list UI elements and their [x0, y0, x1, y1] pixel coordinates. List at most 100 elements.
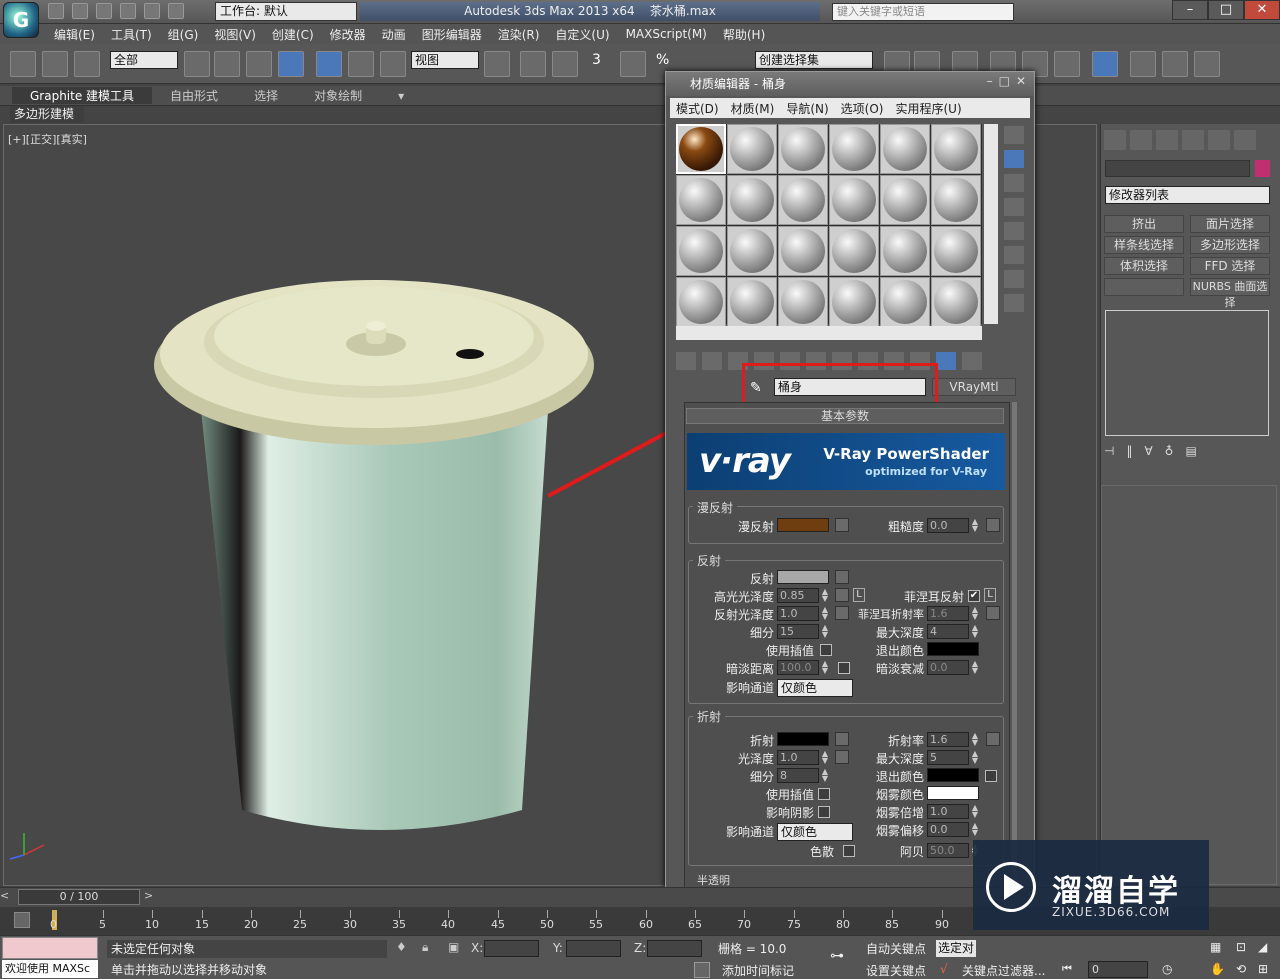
hilight-map-button[interactable] [835, 588, 849, 602]
video-color-check-icon[interactable] [1004, 222, 1024, 240]
refl-gloss-map-button[interactable] [835, 606, 849, 620]
me-menu-utilities[interactable]: 实用程序(U) [889, 100, 967, 117]
affect-shadows-checkbox[interactable] [818, 806, 830, 818]
render-teapot-icon[interactable] [1194, 51, 1220, 77]
hilight-gloss-arrows[interactable]: ▲ ▼ [820, 588, 830, 603]
window-crossing-icon[interactable] [278, 51, 304, 77]
roughness-spinner[interactable]: 0.0 [927, 518, 969, 533]
dispersion-checkbox[interactable] [843, 845, 855, 857]
ior-arrows[interactable]: ▲ ▼ [970, 732, 980, 747]
time-prev-icon[interactable]: < [0, 889, 14, 905]
dim-distance-spinner[interactable]: 100.0 [777, 660, 819, 675]
selection-lock-icon[interactable]: 🔒︎ [422, 940, 428, 955]
fog-multiplier-arrows[interactable]: ▲ ▼ [970, 804, 980, 819]
refl-max-depth-spinner[interactable]: 4 [927, 624, 969, 639]
refr-gloss-map-button[interactable] [835, 750, 849, 764]
angle-snap-icon[interactable] [620, 51, 646, 77]
minimize-button[interactable]: – [1172, 0, 1208, 20]
configure-sets-icon[interactable]: ▤ [1185, 444, 1196, 462]
pan-icon[interactable]: ✋ [1210, 962, 1225, 976]
roughness-spinner-arrows[interactable]: ▲ ▼ [970, 518, 980, 533]
me-menu-navigation[interactable]: 导航(N) [780, 100, 834, 117]
get-material-icon[interactable] [676, 352, 696, 370]
sample-slot[interactable] [931, 226, 981, 276]
refr-affect-channels-dropdown[interactable]: 仅颜色 [777, 823, 853, 841]
open-file-icon[interactable] [72, 3, 88, 19]
sample-slot[interactable] [829, 175, 879, 225]
orbit-icon[interactable]: ⟲ [1236, 962, 1246, 976]
fresnel-ior-map-button[interactable] [986, 606, 1000, 620]
sample-slot[interactable] [931, 124, 981, 174]
modifier-button-ffd-select[interactable]: FFD 选择 [1190, 257, 1270, 275]
material-editor-icon[interactable] [1092, 51, 1118, 77]
named-selection-dropdown[interactable]: 创建选择集 [755, 51, 873, 69]
menu-modifiers[interactable]: 修改器 [322, 26, 374, 43]
time-next-icon[interactable]: > [144, 889, 158, 905]
roughness-map-button[interactable] [986, 518, 1000, 532]
menu-rendering[interactable]: 渲染(R) [490, 26, 548, 43]
ior-spinner[interactable]: 1.6 [927, 732, 969, 747]
close-button[interactable]: ✕ [1244, 0, 1280, 20]
key-mode-dropdown[interactable]: 选定对 [936, 940, 976, 957]
menu-create[interactable]: 创建(C) [264, 26, 322, 43]
modifier-button-poly-select[interactable]: 多边形选择 [1190, 236, 1270, 254]
modifier-button-empty[interactable] [1104, 278, 1184, 296]
set-key-button[interactable]: 设置关键点 [866, 962, 926, 979]
refract-map-button[interactable] [835, 732, 849, 746]
select-by-material-icon[interactable] [1004, 294, 1024, 312]
sample-slot[interactable] [931, 277, 981, 327]
add-time-tag-button[interactable]: 添加时间标记 [722, 962, 794, 979]
select-by-name-icon[interactable] [214, 51, 240, 77]
background-icon[interactable] [1004, 174, 1024, 192]
dim-distance-checkbox[interactable] [838, 662, 850, 674]
me-menu-options[interactable]: 选项(O) [835, 100, 890, 117]
y-coord-field[interactable] [566, 940, 621, 957]
refl-interp-checkbox[interactable] [820, 644, 832, 656]
render-setup-icon[interactable] [1130, 51, 1156, 77]
refl-gloss-arrows[interactable]: ▲ ▼ [820, 606, 830, 621]
tab-object-paint[interactable]: 对象绘制 [296, 87, 380, 104]
sample-slot[interactable] [778, 175, 828, 225]
material-type-button[interactable]: VRayMtl [932, 378, 1016, 396]
search-input[interactable]: 键入关键字或短语 [832, 3, 1014, 21]
modifier-button-spline-select[interactable]: 样条线选择 [1104, 236, 1184, 254]
put-to-scene-icon[interactable] [702, 352, 722, 370]
time-config-icon[interactable]: ◷ [1162, 962, 1172, 976]
modifier-button-vol-select[interactable]: 体积选择 [1104, 257, 1184, 275]
percent-snap-label[interactable]: % [656, 52, 669, 68]
sample-slot[interactable] [676, 175, 726, 225]
menu-animation[interactable]: 动画 [374, 26, 414, 43]
sample-slot[interactable] [727, 175, 777, 225]
sample-slot[interactable] [676, 277, 726, 327]
menu-edit[interactable]: 编辑(E) [46, 26, 103, 43]
modify-tab-icon[interactable] [1130, 130, 1152, 150]
schematic-view-icon[interactable] [1054, 51, 1080, 77]
sample-slot[interactable] [880, 226, 930, 276]
me-menu-material[interactable]: 材质(M) [725, 100, 781, 117]
select-move-icon[interactable] [316, 51, 342, 77]
refr-exit-color-swatch[interactable] [927, 768, 979, 782]
hilight-gloss-spinner[interactable]: 0.85 [777, 588, 819, 603]
refr-subdivs-spinner[interactable]: 8 [777, 768, 819, 783]
selection-filter-dropdown[interactable]: 全部 [110, 51, 178, 69]
make-unique-icon[interactable]: ∀ [1144, 444, 1152, 462]
unlink-icon[interactable] [42, 51, 68, 77]
object-color-swatch[interactable] [1255, 160, 1270, 177]
viewport-label[interactable]: [+][正交][真实] [8, 131, 87, 147]
refl-exit-color-swatch[interactable] [927, 642, 979, 656]
sample-slot[interactable] [676, 226, 726, 276]
display-tab-icon[interactable] [1208, 130, 1230, 150]
rect-selection-icon[interactable] [246, 51, 272, 77]
motion-tab-icon[interactable] [1182, 130, 1204, 150]
sample-slot[interactable] [880, 175, 930, 225]
reflect-color-swatch[interactable] [777, 570, 829, 584]
refl-max-depth-arrows[interactable]: ▲ ▼ [970, 624, 980, 639]
redo-icon[interactable] [144, 3, 160, 19]
time-slider[interactable]: 0 / 100 [18, 889, 140, 905]
ior-map-button[interactable] [986, 732, 1000, 746]
refr-interp-checkbox[interactable] [818, 788, 830, 800]
fog-bias-spinner[interactable]: 0.0 [927, 822, 969, 837]
app-logo-button[interactable]: G [3, 2, 39, 38]
modifier-stack[interactable] [1105, 310, 1269, 436]
refr-gloss-spinner[interactable]: 1.0 [777, 750, 819, 765]
